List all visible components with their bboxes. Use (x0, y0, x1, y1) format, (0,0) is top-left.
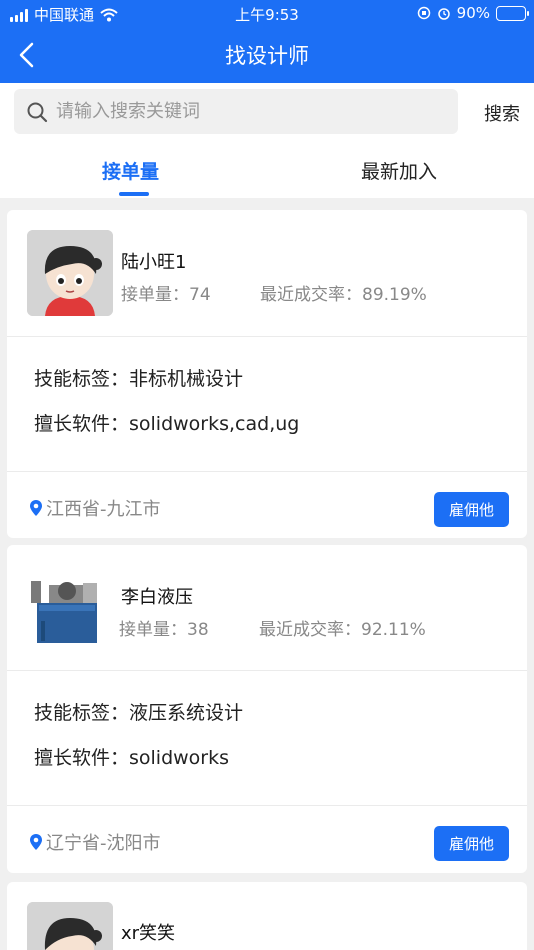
battery-icon (496, 5, 529, 21)
tab-newest[interactable]: 最新加入 (361, 157, 437, 184)
search-icon (27, 102, 48, 122)
orientation-lock-icon (417, 6, 430, 20)
location: 江西省-九江市 (29, 495, 161, 521)
sort-tabs: 接单量 最新加入 (0, 141, 534, 198)
success-rate: 最近成交率：92.11% (259, 620, 426, 640)
location-pin-icon (30, 500, 42, 516)
hire-button[interactable]: 雇佣他 (434, 826, 509, 861)
success-rate: 最近成交率：89.19% (260, 285, 427, 305)
designer-name: xr笑笑 (121, 923, 176, 944)
order-count: 接单量：74 (121, 285, 211, 305)
page-title: 找设计师 (225, 44, 309, 68)
header: 中国联通 上午9:53 90% 找设计师 (0, 0, 534, 83)
software-skills: 擅长软件：solidworks,cad,ug (34, 413, 300, 435)
divider (7, 471, 527, 472)
active-tab-indicator (119, 192, 149, 196)
nav-bar: 找设计师 (0, 28, 534, 83)
skill-tags: 技能标签：非标机械设计 (34, 368, 244, 390)
search-input[interactable] (56, 101, 436, 122)
search-box[interactable] (14, 89, 458, 134)
search-button[interactable]: 搜索 (484, 100, 520, 126)
designer-card[interactable]: 陆小旺1 接单量：74 最近成交率：89.19% 技能标签：非标机械设计 擅长软… (7, 210, 527, 538)
divider (7, 805, 527, 806)
search-bar: 搜索 (0, 83, 534, 141)
alarm-icon (437, 8, 450, 20)
location-pin-icon (30, 834, 42, 850)
location: 辽宁省-沈阳市 (29, 829, 161, 855)
skill-tags: 技能标签：液压系统设计 (34, 702, 244, 724)
divider (7, 336, 527, 337)
location-label: 辽宁省-沈阳市 (46, 833, 161, 854)
order-count: 接单量：38 (119, 620, 209, 640)
designer-card[interactable]: xr笑笑 (7, 882, 527, 950)
location-label: 江西省-九江市 (46, 499, 161, 520)
tab-orders[interactable]: 接单量 (102, 157, 159, 184)
battery-percent: 90% (456, 4, 490, 22)
divider (7, 670, 527, 671)
status-bar: 中国联通 上午9:53 90% (0, 0, 534, 28)
avatar (27, 565, 113, 651)
avatar (27, 902, 113, 950)
avatar (27, 230, 113, 316)
software-skills: 擅长软件：solidworks (34, 747, 230, 769)
designer-card[interactable]: 李白液压 接单量：38 最近成交率：92.11% 技能标签：液压系统设计 擅长软… (7, 545, 527, 873)
back-icon[interactable] (10, 38, 44, 72)
hire-button[interactable]: 雇佣他 (434, 492, 509, 527)
designer-name: 陆小旺1 (121, 252, 187, 273)
designer-name: 李白液压 (121, 587, 193, 608)
